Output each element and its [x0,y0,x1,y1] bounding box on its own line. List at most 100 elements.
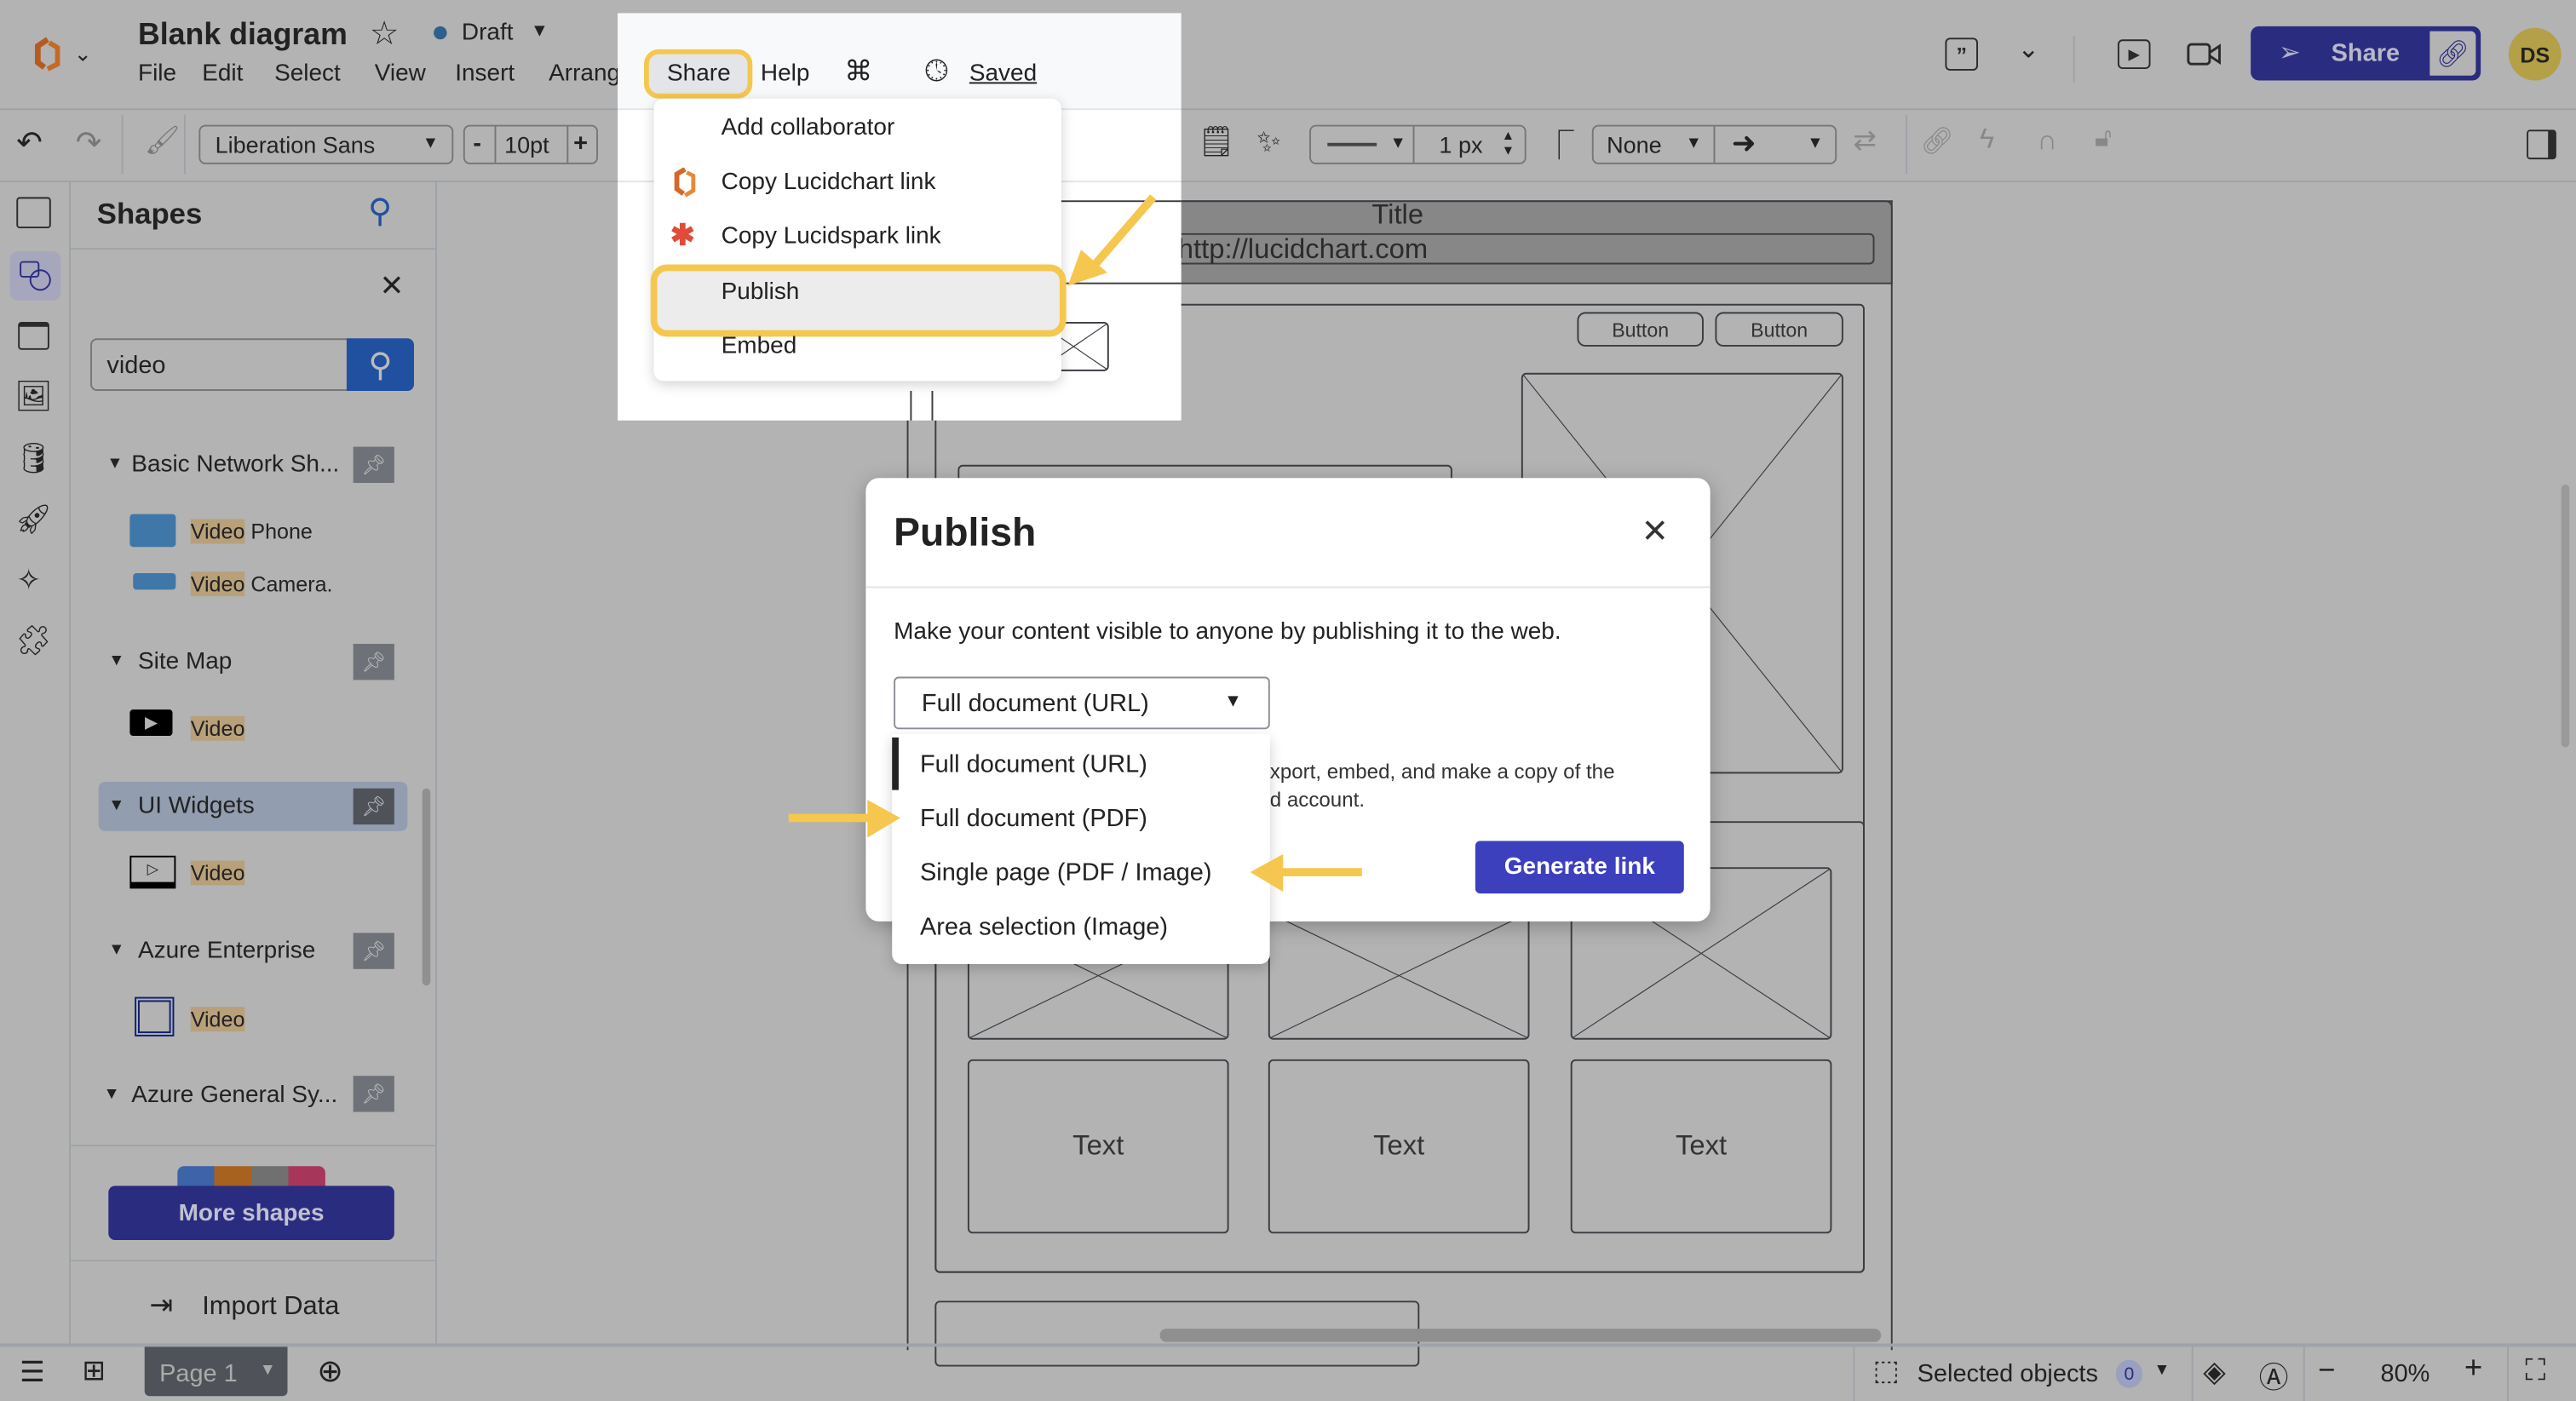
font-size-increase[interactable]: + [573,129,588,158]
puzzle-icon[interactable]: 🧩︎ [14,624,52,658]
menu-help[interactable]: Help [761,60,810,87]
search-icon[interactable]: ⚲ [368,191,392,232]
present-icon[interactable]: ▶ [2117,39,2151,69]
fullscreen-icon[interactable]: ⛶ [2525,1353,2545,1387]
pin-icon[interactable]: 📌︎ [353,446,394,483]
format-painter-icon[interactable]: 🖌︎ [145,125,181,158]
group-basic-network[interactable]: Basic Network Sh... [131,451,339,478]
line-style-select[interactable]: ▼ 1 px ▲ ▼ [1309,124,1527,164]
collapse-triangle-icon[interactable]: ▼ [108,796,124,814]
undo-icon[interactable]: ↶ [16,125,43,163]
zoom-out-button[interactable]: − [2318,1353,2335,1387]
publish-type-select[interactable]: Full document (URL) ▼ [894,676,1270,730]
group-azure-general[interactable]: Azure General Sy... [131,1082,337,1109]
logo-chevron-icon[interactable]: ⌄ [74,41,92,67]
share-button[interactable]: ➢ Share 🔗︎ [2251,26,2481,81]
shape-search-input[interactable]: video [90,338,348,391]
collapse-triangle-icon[interactable]: ▼ [106,455,123,473]
connector-type-icon[interactable]: ⎾ [1544,123,1574,166]
right-panel-toggle-icon[interactable] [2527,129,2556,160]
option-full-document-url[interactable]: Full document (URL) [920,750,1147,778]
menu-edit[interactable]: Edit [202,60,243,87]
font-size-value[interactable]: 10pt [504,131,549,158]
page-tab[interactable]: Page 1 ▼ [144,1346,288,1397]
search-submit-button[interactable]: ⚲ [346,338,414,391]
menu-select[interactable]: Select [274,60,341,87]
line-start-value[interactable]: None [1607,131,1662,158]
menu-item-copy-lucidspark-link[interactable]: Copy Lucidspark link [722,223,941,250]
video-call-icon[interactable] [2187,41,2222,67]
menu-item-copy-lucidchart-link[interactable]: Copy Lucidchart link [722,169,936,196]
collapse-triangle-icon[interactable]: ▼ [108,941,124,959]
shapes-scrollbar[interactable] [422,788,431,986]
option-full-document-pdf[interactable]: Full document (PDF) [920,805,1147,833]
arrow-end-icon[interactable]: ➜ [1732,126,1757,160]
close-icon[interactable]: ✕ [1642,511,1669,552]
group-azure-enterprise[interactable]: Azure Enterprise [138,938,315,964]
link-icon[interactable]: 🔗︎ [1920,125,1953,158]
menu-item-publish[interactable]: Publish [722,279,800,306]
video-camera-shape-icon[interactable] [133,573,176,590]
zoom-level[interactable]: 80% [2380,1360,2429,1388]
pin-icon[interactable]: 📌︎ [353,933,394,969]
swap-icon[interactable]: ⇄ [1853,125,1876,158]
collapse-triangle-icon[interactable]: ▼ [103,1086,119,1104]
shape-video-sitemap[interactable]: Video [190,715,245,741]
star-icon[interactable]: ☆ [370,13,400,54]
font-select[interactable]: Liberation Sans ▼ [198,124,454,164]
canvas-horizontal-scrollbar[interactable] [1159,1329,1882,1342]
image-placeholder[interactable] [1268,911,1530,1040]
page-layout-icon[interactable] [16,197,51,229]
saved-status[interactable]: Saved [969,60,1037,87]
binoculars-icon[interactable]: ⌘ [844,56,872,89]
canvas-vertical-scrollbar[interactable] [2561,484,2570,748]
lucid-logo-icon[interactable] [30,36,66,72]
text-box[interactable]: Text [1570,1059,1832,1234]
shape-video-camera[interactable]: Video Camera. [190,571,333,597]
style-icon[interactable]: 🗒︎ [1198,125,1235,159]
shapes-rail-selected[interactable] [9,251,61,301]
ai-sparkle-icon[interactable]: ✧ [16,563,41,597]
lightning-icon[interactable]: ϟ [1980,123,1994,157]
shape-video-phone[interactable]: Video Phone [190,519,313,544]
shape-video-ui[interactable]: Video [190,860,245,886]
group-site-map[interactable]: Site Map [138,649,232,675]
stepper-arrows-icon[interactable]: ▲ ▼ [1502,128,1515,158]
option-area-selection[interactable]: Area selection (Image) [920,913,1168,941]
lock-icon[interactable]: 🔓︎ [2095,125,2112,155]
import-icon[interactable]: ⇥ [149,1289,172,1323]
magic-wand-icon[interactable]: ✨︎ [1256,125,1281,159]
pin-icon[interactable]: 📌︎ [353,1076,394,1112]
font-size-stepper[interactable]: - 10pt + [463,124,598,164]
shape-video-azure[interactable]: Video [190,1007,245,1032]
redo-icon[interactable]: ↷ [76,125,102,163]
text-box[interactable]: Text [1268,1059,1530,1234]
menu-item-add-collaborator[interactable]: Add collaborator [722,115,895,141]
document-title[interactable]: Blank diagram [138,16,348,52]
menu-share[interactable]: Share [667,60,731,87]
page-grid-icon[interactable]: ⊞ [82,1355,105,1388]
comments-chevron-icon[interactable]: ⌄ [2017,33,2039,66]
selected-objects-label[interactable]: Selected objects [1918,1360,2098,1388]
rocket-icon[interactable]: 🚀︎ [14,502,52,537]
generate-link-button[interactable]: Generate link [1475,841,1684,894]
video-player-shape-icon[interactable]: ▷ [129,855,176,889]
frame-icon[interactable] [18,321,49,350]
pin-icon[interactable]: 📌︎ [353,788,394,825]
font-size-decrease[interactable]: - [473,129,481,158]
avatar[interactable]: DS [2508,27,2562,81]
draft-status[interactable]: Draft [462,20,514,46]
chevron-down-icon[interactable]: ▼ [2153,1362,2170,1380]
image-icon[interactable]: 🖼︎ [14,379,52,413]
copy-link-icon[interactable]: 🔗︎ [2428,29,2478,78]
wireframe-button[interactable]: Button [1577,312,1704,347]
comment-icon[interactable]: ” [1945,37,1978,71]
more-shapes-button[interactable]: More shapes [108,1186,394,1241]
menu-item-embed[interactable]: Embed [722,333,797,359]
import-data-button[interactable]: Import Data [202,1293,339,1323]
menu-view[interactable]: View [375,60,426,87]
pin-icon[interactable]: 📌︎ [353,643,394,680]
wireframe-button[interactable]: Button [1715,312,1843,347]
draft-chevron-icon[interactable]: ▼ [531,21,549,41]
accessibility-icon[interactable]: Ⓐ [2259,1355,2289,1398]
